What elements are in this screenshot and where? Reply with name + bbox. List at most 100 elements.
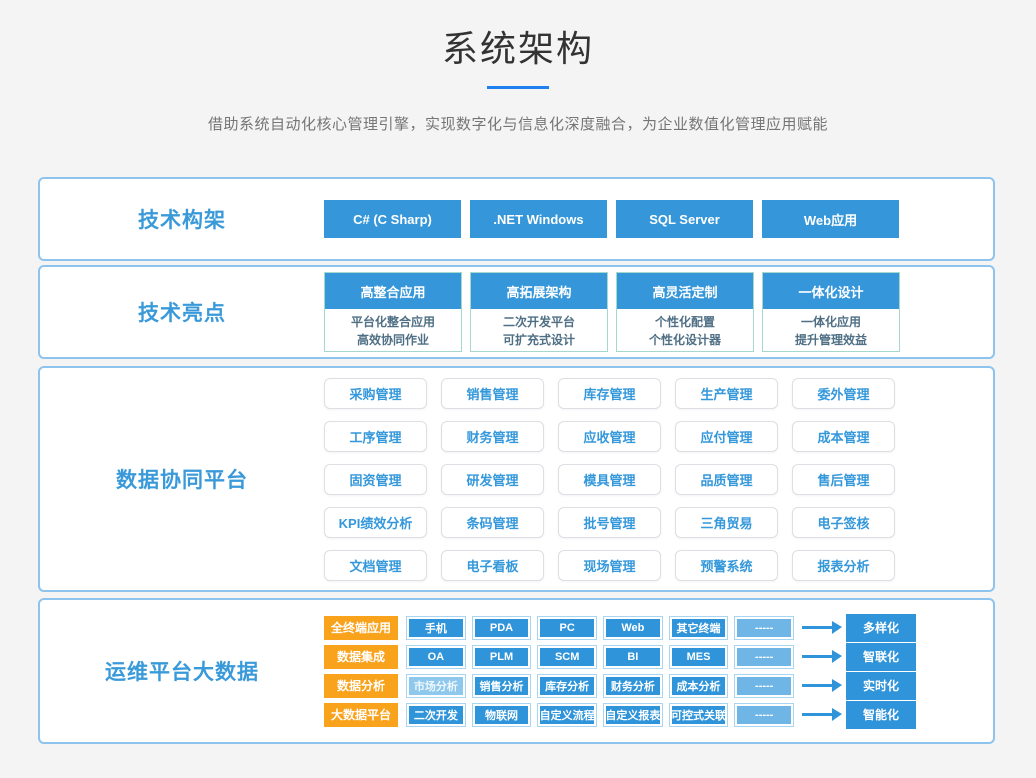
ops-result: 智能化 bbox=[846, 701, 916, 729]
module-button[interactable]: 电子签核 bbox=[792, 507, 895, 538]
tech-button-csharp[interactable]: C# (C Sharp) bbox=[324, 200, 461, 238]
highlight-card-body: 二次开发平台 可扩充式设计 bbox=[471, 309, 607, 349]
section-tech-highlights: 技术亮点 高整合应用 平台化整合应用 高效协同作业 高拓展架构 二次开发平台 可… bbox=[38, 265, 995, 359]
ops-item-more[interactable]: ----- bbox=[734, 674, 794, 698]
ops-item-more[interactable]: ----- bbox=[734, 645, 794, 669]
module-button[interactable]: 批号管理 bbox=[558, 507, 661, 538]
ops-item[interactable]: 财务分析 bbox=[603, 674, 663, 698]
ops-item[interactable]: 库存分析 bbox=[537, 674, 597, 698]
ops-item[interactable]: 物联网 bbox=[472, 703, 532, 727]
module-button[interactable]: 报表分析 bbox=[792, 550, 895, 581]
ops-tag: 全终端应用 bbox=[324, 616, 398, 640]
ops-items: 手机 PDA PC Web 其它终端 ----- bbox=[406, 616, 794, 640]
module-button[interactable]: 三角贸易 bbox=[675, 507, 778, 538]
module-grid-row: 固资管理 研发管理 模具管理 品质管理 售后管理 bbox=[324, 464, 993, 495]
tech-button-dotnet[interactable]: .NET Windows bbox=[470, 200, 607, 238]
ops-tag: 数据分析 bbox=[324, 674, 398, 698]
highlight-card-title: 高拓展架构 bbox=[471, 273, 607, 309]
highlight-card: 高灵活定制 个性化配置 个性化设计器 bbox=[616, 272, 754, 352]
module-button[interactable]: 工序管理 bbox=[324, 421, 427, 452]
ops-row-analysis: 数据分析 市场分析 销售分析 库存分析 财务分析 成本分析 ----- 实时化 bbox=[324, 674, 993, 698]
ops-item[interactable]: 自定义报表 bbox=[603, 703, 663, 727]
ops-items: 二次开发 物联网 自定义流程 自定义报表 可控式关联 ----- bbox=[406, 703, 794, 727]
tech-button-webapp[interactable]: Web应用 bbox=[762, 200, 899, 238]
highlight-card-title: 一体化设计 bbox=[763, 273, 899, 309]
module-button[interactable]: 现场管理 bbox=[558, 550, 661, 581]
section-tech-highlights-label: 技术亮点 bbox=[138, 297, 226, 327]
ops-item[interactable]: 自定义流程 bbox=[537, 703, 597, 727]
ops-item[interactable]: 手机 bbox=[406, 616, 466, 640]
module-button[interactable]: 采购管理 bbox=[324, 378, 427, 409]
highlight-line: 一体化应用 bbox=[763, 313, 899, 331]
section-data-platform: 数据协同平台 采购管理 销售管理 库存管理 生产管理 委外管理 工序管理 财务管… bbox=[38, 366, 995, 592]
module-button[interactable]: 研发管理 bbox=[441, 464, 544, 495]
title-underline bbox=[487, 86, 549, 89]
module-button[interactable]: 固资管理 bbox=[324, 464, 427, 495]
module-grid-row: 工序管理 财务管理 应收管理 应付管理 成本管理 bbox=[324, 421, 993, 452]
section-label-wrap: 技术构架 bbox=[40, 179, 324, 259]
ops-item-more[interactable]: ----- bbox=[734, 616, 794, 640]
right-arrow-icon bbox=[802, 655, 832, 658]
ops-result: 多样化 bbox=[846, 614, 916, 642]
highlight-card: 高整合应用 平台化整合应用 高效协同作业 bbox=[324, 272, 462, 352]
module-grid-row: 采购管理 销售管理 库存管理 生产管理 委外管理 bbox=[324, 378, 993, 409]
section-tech-framework-label: 技术构架 bbox=[138, 204, 226, 234]
module-button[interactable]: 委外管理 bbox=[792, 378, 895, 409]
highlight-card-title: 高灵活定制 bbox=[617, 273, 753, 309]
ops-item[interactable]: PDA bbox=[472, 616, 532, 640]
module-button[interactable]: 销售管理 bbox=[441, 378, 544, 409]
ops-items: OA PLM SCM BI MES ----- bbox=[406, 645, 794, 669]
highlight-cards: 高整合应用 平台化整合应用 高效协同作业 高拓展架构 二次开发平台 可扩充式设计… bbox=[324, 267, 993, 357]
ops-item[interactable]: 成本分析 bbox=[669, 674, 729, 698]
module-button[interactable]: 模具管理 bbox=[558, 464, 661, 495]
ops-rows: 全终端应用 手机 PDA PC Web 其它终端 ----- 多样化 数据集成 … bbox=[324, 600, 993, 742]
highlight-line: 提升管理效益 bbox=[763, 331, 899, 349]
tech-framework-buttons: C# (C Sharp) .NET Windows SQL Server Web… bbox=[324, 179, 993, 259]
ops-item[interactable]: Web bbox=[603, 616, 663, 640]
ops-item[interactable]: PC bbox=[537, 616, 597, 640]
highlight-line: 高效协同作业 bbox=[325, 331, 461, 349]
highlight-card-title: 高整合应用 bbox=[325, 273, 461, 309]
highlight-line: 可扩充式设计 bbox=[471, 331, 607, 349]
module-button[interactable]: 财务管理 bbox=[441, 421, 544, 452]
section-tech-framework: 技术构架 C# (C Sharp) .NET Windows SQL Serve… bbox=[38, 177, 995, 261]
module-button[interactable]: 应收管理 bbox=[558, 421, 661, 452]
module-button[interactable]: 文档管理 bbox=[324, 550, 427, 581]
highlight-line: 平台化整合应用 bbox=[325, 313, 461, 331]
module-button[interactable]: 生产管理 bbox=[675, 378, 778, 409]
module-grid-row: 文档管理 电子看板 现场管理 预警系统 报表分析 bbox=[324, 550, 993, 581]
tech-button-sqlserver[interactable]: SQL Server bbox=[616, 200, 753, 238]
ops-item[interactable]: 市场分析 bbox=[406, 674, 466, 698]
ops-item-more[interactable]: ----- bbox=[734, 703, 794, 727]
highlight-line: 个性化设计器 bbox=[617, 331, 753, 349]
ops-result: 智联化 bbox=[846, 643, 916, 671]
page-title: 系统架构 bbox=[0, 0, 1036, 72]
right-arrow-icon bbox=[802, 684, 832, 687]
right-arrow-icon bbox=[802, 626, 832, 629]
ops-item[interactable]: BI bbox=[603, 645, 663, 669]
module-button[interactable]: 预警系统 bbox=[675, 550, 778, 581]
module-button[interactable]: KPI绩效分析 bbox=[324, 507, 427, 538]
ops-item[interactable]: SCM bbox=[537, 645, 597, 669]
module-button[interactable]: 电子看板 bbox=[441, 550, 544, 581]
module-button[interactable]: 成本管理 bbox=[792, 421, 895, 452]
ops-row-integration: 数据集成 OA PLM SCM BI MES ----- 智联化 bbox=[324, 645, 993, 669]
ops-item[interactable]: OA bbox=[406, 645, 466, 669]
module-button[interactable]: 应付管理 bbox=[675, 421, 778, 452]
ops-tag: 数据集成 bbox=[324, 645, 398, 669]
ops-item[interactable]: 其它终端 bbox=[669, 616, 729, 640]
right-arrow-icon bbox=[802, 713, 832, 716]
module-button[interactable]: 售后管理 bbox=[792, 464, 895, 495]
section-label-wrap: 数据协同平台 bbox=[40, 368, 324, 590]
ops-item[interactable]: 二次开发 bbox=[406, 703, 466, 727]
ops-item[interactable]: PLM bbox=[472, 645, 532, 669]
module-button[interactable]: 库存管理 bbox=[558, 378, 661, 409]
module-button[interactable]: 品质管理 bbox=[675, 464, 778, 495]
module-button[interactable]: 条码管理 bbox=[441, 507, 544, 538]
ops-row-bigdata: 大数据平台 二次开发 物联网 自定义流程 自定义报表 可控式关联 ----- 智… bbox=[324, 703, 993, 727]
page-subtitle: 借助系统自动化核心管理引擎，实现数字化与信息化深度融合，为企业数值化管理应用赋能 bbox=[0, 113, 1036, 134]
ops-item[interactable]: 可控式关联 bbox=[669, 703, 729, 727]
ops-item[interactable]: 销售分析 bbox=[472, 674, 532, 698]
ops-row-terminals: 全终端应用 手机 PDA PC Web 其它终端 ----- 多样化 bbox=[324, 616, 993, 640]
ops-item[interactable]: MES bbox=[669, 645, 729, 669]
